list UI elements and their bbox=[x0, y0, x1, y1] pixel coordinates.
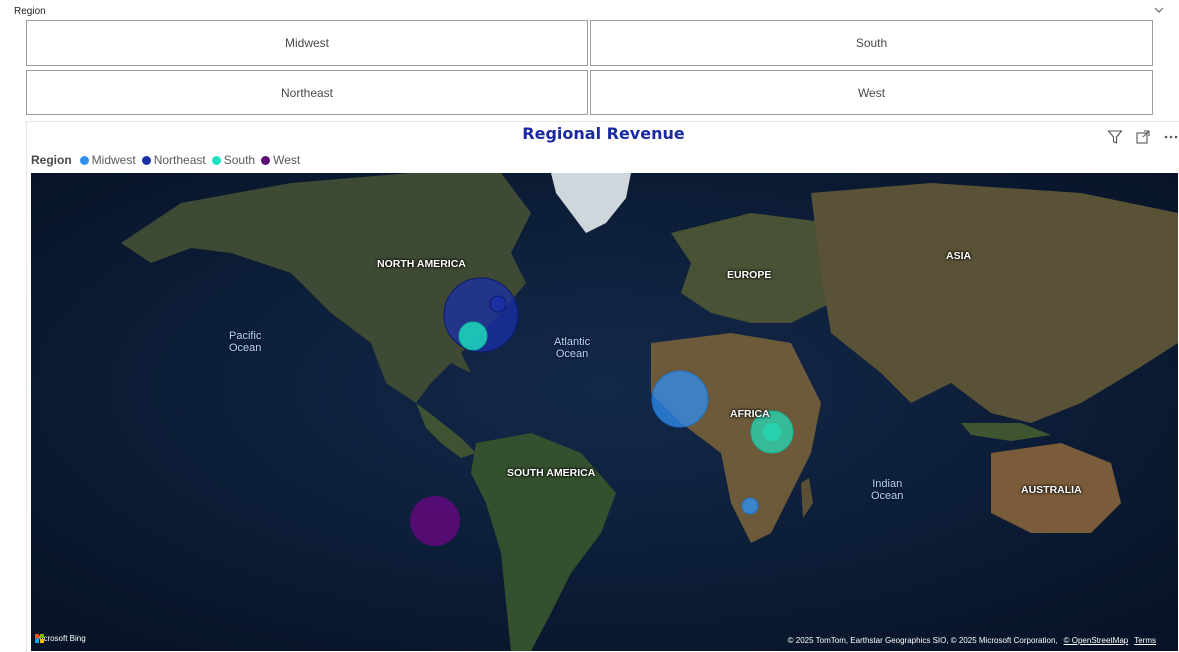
slicer-option-south[interactable]: South bbox=[590, 20, 1153, 66]
legend-label: South bbox=[223, 153, 256, 167]
bubble-midwest-africa bbox=[651, 370, 709, 428]
filter-icon[interactable] bbox=[1105, 128, 1125, 146]
continent-label-africa: AFRICA bbox=[730, 408, 770, 420]
legend-dot-west bbox=[261, 155, 271, 165]
more-options-icon[interactable] bbox=[1161, 128, 1179, 146]
ocean-label-line: Ocean bbox=[871, 490, 904, 502]
chevron-down-icon[interactable] bbox=[1152, 4, 1166, 16]
bubble-midwest-south-africa bbox=[741, 497, 759, 515]
continent-label-north-america: NORTH AMERICA bbox=[377, 258, 466, 270]
world-map[interactable]: NORTH AMERICA SOUTH AMERICA EUROPE ASIA … bbox=[31, 173, 1178, 651]
terms-link[interactable]: Terms bbox=[1134, 636, 1156, 645]
visual-title: Regional Revenue bbox=[522, 124, 685, 143]
legend-label: Midwest bbox=[91, 153, 136, 167]
legend-item-south[interactable]: South bbox=[211, 153, 256, 167]
bubble-west-pacific bbox=[410, 496, 460, 546]
continent-label-europe: EUROPE bbox=[727, 269, 772, 281]
bing-logo: Microsoft Bing bbox=[35, 634, 86, 643]
slicer-option-midwest[interactable]: Midwest bbox=[26, 20, 588, 66]
openstreetmap-link[interactable]: © OpenStreetMap bbox=[1064, 636, 1129, 645]
legend-label: Northeast bbox=[153, 153, 206, 167]
legend-dot-south bbox=[211, 155, 221, 165]
bubble-northeast-small bbox=[489, 295, 507, 313]
slicer-title: Region bbox=[14, 6, 46, 17]
ocean-label-line: Ocean bbox=[555, 348, 589, 360]
legend-item-northeast[interactable]: Northeast bbox=[141, 153, 206, 167]
attribution-text: © 2025 TomTom, Earthstar Geographics SIO… bbox=[787, 636, 1058, 645]
map-visual: Regional Revenue Region Midwest Northeas… bbox=[26, 121, 1179, 652]
legend-item-midwest[interactable]: Midwest bbox=[79, 153, 136, 167]
legend: Region Midwest Northeast South West bbox=[31, 153, 306, 167]
ocean-label-line: Atlantic bbox=[554, 336, 591, 348]
ocean-label-atlantic: Atlantic Ocean bbox=[554, 336, 590, 360]
continent-label-australia: AUSTRALIA bbox=[1021, 484, 1082, 496]
map-attribution: © 2025 TomTom, Earthstar Geographics SIO… bbox=[788, 636, 1156, 645]
focus-mode-icon[interactable] bbox=[1133, 128, 1153, 146]
ocean-label-line: Pacific bbox=[229, 330, 262, 342]
slicer-option-west[interactable]: West bbox=[590, 70, 1153, 115]
legend-item-west[interactable]: West bbox=[261, 153, 300, 167]
ocean-label-line: Ocean bbox=[229, 342, 262, 354]
legend-dot-midwest bbox=[79, 155, 89, 165]
microsoft-logo-icon bbox=[35, 634, 44, 643]
bubble-south-na bbox=[458, 321, 488, 351]
continent-label-asia: ASIA bbox=[946, 250, 972, 262]
continent-label-south-america: SOUTH AMERICA bbox=[507, 467, 596, 479]
legend-title: Region bbox=[31, 153, 72, 167]
ocean-label-indian: Indian Ocean bbox=[871, 478, 903, 502]
ocean-label-line: Indian bbox=[872, 478, 903, 490]
legend-dot-northeast bbox=[141, 155, 151, 165]
legend-label: West bbox=[273, 153, 301, 167]
visual-header bbox=[1105, 128, 1179, 146]
ocean-label-pacific: Pacific Ocean bbox=[229, 330, 261, 354]
bubble-south-africa-inner bbox=[763, 423, 781, 441]
map-basemap bbox=[31, 173, 1178, 651]
slicer-option-northeast[interactable]: Northeast bbox=[26, 70, 588, 115]
